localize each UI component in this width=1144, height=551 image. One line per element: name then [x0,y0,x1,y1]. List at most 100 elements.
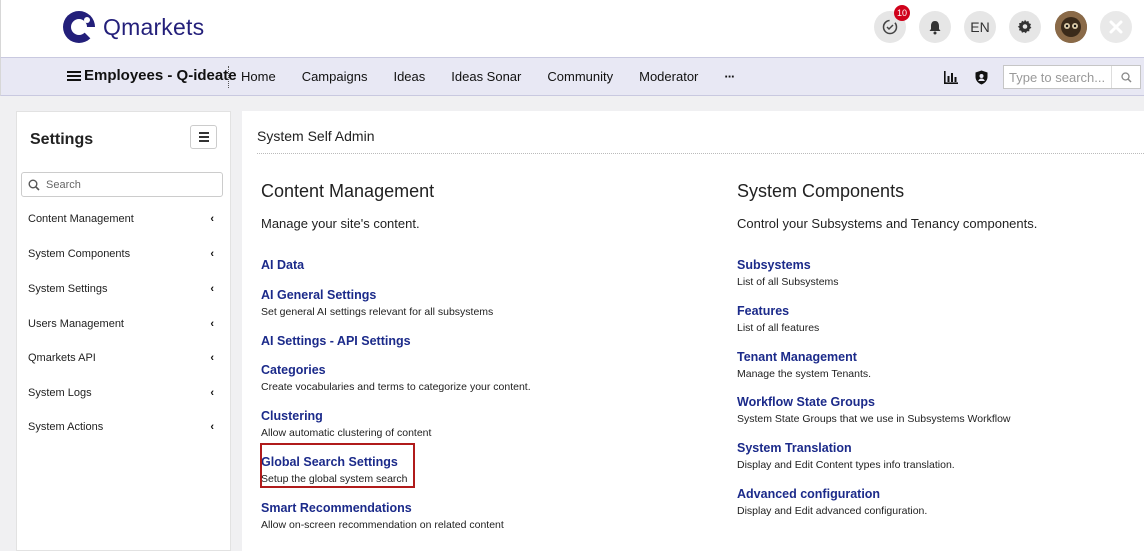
nav-links: Home Campaigns Ideas Ideas Sonar Communi… [241,69,760,84]
sidebar-item-label: System Settings [28,283,108,295]
chevron-left-icon: ‹ [210,283,214,295]
entry-link[interactable]: AI Data [261,258,304,272]
highlight-box [260,443,415,488]
sidebar-item-qmarkets-api[interactable]: Qmarkets API ‹ [28,352,218,364]
entry-ai-settings-api: AI Settings - API Settings [261,334,411,348]
entry-categories: Categories Create vocabularies and terms… [261,363,531,393]
page-title: System Self Admin [257,128,375,144]
sidebar-item-system-components[interactable]: System Components ‹ [28,248,218,260]
entry-clustering: Clustering Allow automatic clustering of… [261,409,431,439]
sidebar-title: Settings [30,131,94,148]
site-brand[interactable]: Employees - Q-ideate [67,67,237,84]
entry-ai-data: AI Data [261,258,304,272]
activity-button[interactable]: 10 [874,5,910,43]
search-icon [28,179,40,191]
nav-link-home[interactable]: Home [241,69,276,84]
entry-description: Display and Edit advanced configuration. [737,505,928,517]
sidebar-item-users-management[interactable]: Users Management ‹ [28,318,218,330]
sidebar-item-label: Qmarkets API [28,352,96,364]
top-header: Qmarkets 10 EN [0,0,1144,57]
sidebar-menu-button[interactable] [190,125,217,149]
entry-link[interactable]: Tenant Management [737,350,871,364]
entry-description: List of all features [737,322,820,334]
section-title: Content Management [261,181,435,201]
nav-more-button[interactable]: ··· [724,69,735,84]
entry-link[interactable]: Smart Recommendations [261,501,504,515]
notification-badge: 10 [894,5,910,21]
entry-description: System State Groups that we use in Subsy… [737,413,1011,425]
entry-link[interactable]: Workflow State Groups [737,395,1011,409]
logo-text: Qmarkets [103,13,205,40]
entry-system-translation: System Translation Display and Edit Cont… [737,441,955,471]
user-shield-icon[interactable] [973,69,989,85]
sidebar-item-label: System Components [28,248,131,260]
search-icon [1120,71,1132,83]
sidebar-item-system-logs[interactable]: System Logs ‹ [28,387,218,399]
close-icon [1109,20,1123,34]
sidebar-item-label: Users Management [28,318,124,330]
entry-description: Manage the system Tenants. [737,368,872,380]
sidebar-search-placeholder: Search [46,178,81,191]
entry-link[interactable]: System Translation [737,441,955,455]
main-nav: Employees - Q-ideate Home Campaigns Idea… [0,57,1144,96]
nav-link-community[interactable]: Community [547,69,613,84]
global-search-button[interactable] [1111,66,1140,88]
brand-label: Employees - Q-ideate [84,67,237,84]
entry-description: List of all Subsystems [737,276,839,288]
entry-description: Allow automatic clustering of content [261,427,432,439]
entry-ai-general-settings: AI General Settings Set general AI setti… [261,288,493,318]
entry-link[interactable]: AI Settings - API Settings [261,334,411,348]
entry-tenant-management: Tenant Management Manage the system Tena… [737,350,871,380]
nav-link-campaigns[interactable]: Campaigns [302,69,368,84]
section-title: System Components [737,181,905,201]
entry-advanced-configuration: Advanced configuration Display and Edit … [737,487,927,517]
entry-link[interactable]: AI General Settings [261,288,493,302]
entry-description: Allow on-screen recommendation on relate… [261,519,504,531]
sidebar-item-system-settings[interactable]: System Settings ‹ [28,283,218,295]
sidebar-item-system-actions[interactable]: System Actions ‹ [28,421,218,433]
language-label: EN [970,19,990,35]
chevron-left-icon: ‹ [210,248,214,260]
qmarkets-logo-icon [63,10,96,44]
entry-description: Display and Edit Content types info tran… [737,459,955,471]
chevron-left-icon: ‹ [210,352,214,364]
settings-button[interactable] [1009,11,1041,43]
chevron-left-icon: ‹ [210,387,214,399]
sidebar-item-label: Content Management [28,213,134,225]
sidebar-search-input[interactable]: Search [21,172,223,197]
sidebar-item-content-management[interactable]: Content Management ‹ [28,213,218,225]
avatar[interactable] [1055,11,1087,43]
entry-link[interactable]: Clustering [261,409,431,423]
gear-icon [1017,19,1032,34]
entry-link[interactable]: Categories [261,363,531,377]
nav-link-ideas[interactable]: Ideas [393,69,425,84]
language-button[interactable]: EN [964,11,996,43]
entry-link[interactable]: Subsystems [737,258,839,272]
activity-icon [882,19,898,35]
close-button[interactable] [1100,11,1132,43]
main-content: System Self Admin Content Management Man… [242,111,1144,551]
notifications-button[interactable] [919,11,951,43]
settings-sidebar: Settings Search Content Management ‹ Sys… [16,111,231,551]
entry-link[interactable]: Features [737,304,819,318]
entry-description: Set general AI settings relevant for all… [261,306,494,318]
sidebar-item-label: System Actions [28,421,104,433]
entry-subsystems: Subsystems List of all Subsystems [737,258,839,288]
nav-link-ideas-sonar[interactable]: Ideas Sonar [451,69,521,84]
avatar-image [1055,11,1087,43]
entry-description: Create vocabularies and terms to categor… [261,381,531,393]
nav-divider [228,66,229,88]
title-divider [257,153,1144,154]
entry-link[interactable]: Advanced configuration [737,487,927,501]
system-components-section: System Components Control your Subsystem… [737,181,1037,231]
content-management-section: Content Management Manage your site's co… [261,181,434,231]
entry-smart-recommendations: Smart Recommendations Allow on-screen re… [261,501,504,531]
entry-features: Features List of all features [737,304,819,334]
chart-icon[interactable] [943,69,959,85]
section-subtitle: Control your Subsystems and Tenancy comp… [737,216,1038,231]
global-search-input[interactable]: Type to search... [1003,65,1141,89]
chevron-left-icon: ‹ [210,421,214,433]
qmarkets-logo[interactable]: Qmarkets [63,10,205,44]
nav-link-moderator[interactable]: Moderator [639,69,698,84]
section-subtitle: Manage your site's content. [261,216,420,231]
